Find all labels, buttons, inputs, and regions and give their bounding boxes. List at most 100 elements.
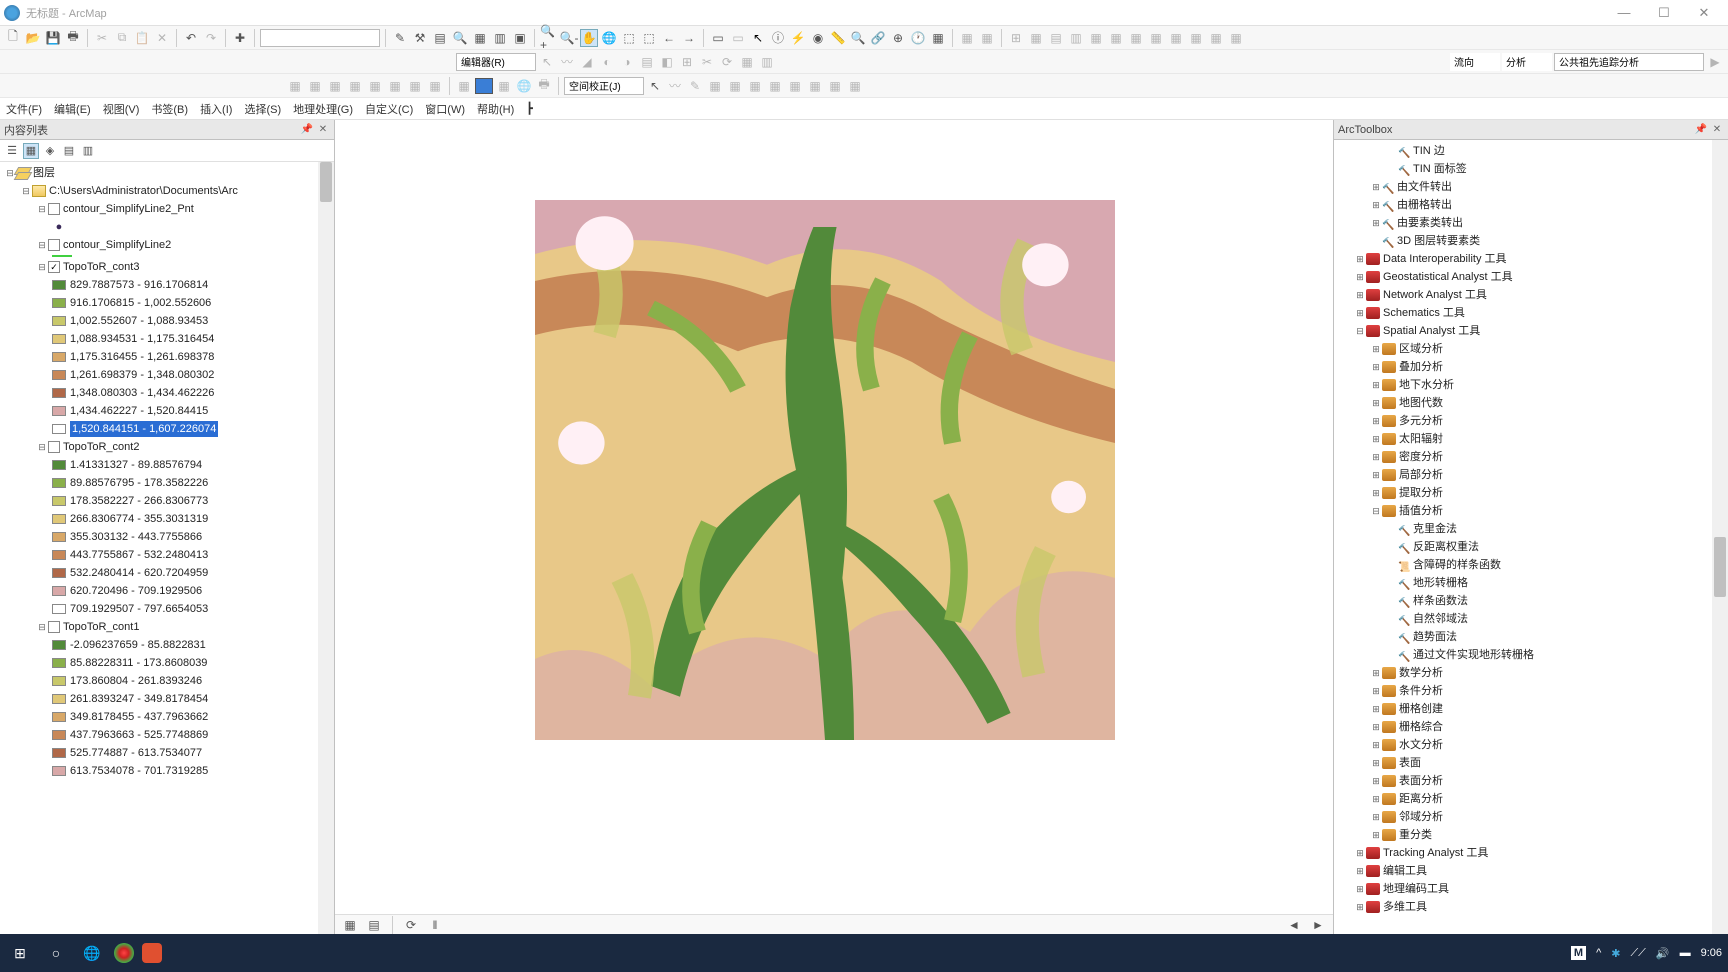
menu-window[interactable]: 窗口(W) — [425, 101, 465, 117]
tool-label[interactable]: TIN 面标签 — [1413, 161, 1467, 177]
toc-options[interactable]: ▥ — [80, 143, 96, 159]
menu-bookmarks[interactable]: 书签(B) — [151, 101, 188, 117]
toc-list-by-selection[interactable]: ▤ — [61, 143, 77, 159]
class-swatch[interactable] — [52, 388, 66, 398]
class-swatch[interactable] — [52, 604, 66, 614]
class-label[interactable]: 443.7755867 - 532.2480413 — [70, 547, 208, 563]
tool-label[interactable]: 由要素类转出 — [1397, 215, 1463, 231]
extra-1[interactable]: ▦ — [958, 29, 976, 47]
tool-label[interactable]: 叠加分析 — [1399, 359, 1443, 375]
save-button[interactable]: 💾 — [44, 29, 62, 47]
gr-3[interactable]: ▦ — [326, 77, 344, 95]
delete-button[interactable]: ✕ — [153, 29, 171, 47]
layout-view-button[interactable]: ▤ — [365, 916, 383, 934]
layout-8[interactable]: ▦ — [1207, 29, 1225, 47]
menu-insert[interactable]: 插入(I) — [200, 101, 232, 117]
fixed-zoom-in-button[interactable]: ⬚ — [620, 29, 638, 47]
class-label[interactable]: 173.860804 - 261.8393246 — [70, 673, 202, 689]
sp-6[interactable]: ▦ — [766, 77, 784, 95]
tool-label[interactable]: 3D 图层转要素类 — [1397, 233, 1480, 249]
snap-button[interactable]: ⊞ — [1007, 29, 1025, 47]
paste-button[interactable]: 📋 — [133, 29, 151, 47]
menu-view[interactable]: 视图(V) — [103, 101, 140, 117]
gr-5[interactable]: ▦ — [366, 77, 384, 95]
identify-button[interactable]: ⓘ — [769, 29, 787, 47]
select-features-button[interactable]: ▭ — [709, 29, 727, 47]
sp-1[interactable]: 〰 — [666, 77, 684, 95]
class-swatch[interactable] — [52, 352, 66, 362]
guid-button[interactable]: ▤ — [1047, 29, 1065, 47]
class-label[interactable]: 1,261.698379 - 1,348.080302 — [70, 367, 214, 383]
sp-10[interactable]: ▦ — [846, 77, 864, 95]
zoom-in-button[interactable]: 🔍+ — [540, 29, 558, 47]
gr-color[interactable] — [475, 77, 493, 95]
tray-icon-1[interactable]: ✱ — [1611, 947, 1620, 960]
class-swatch[interactable] — [52, 694, 66, 704]
task-app-1[interactable]: 🌐 — [78, 939, 106, 967]
class-swatch[interactable] — [52, 766, 66, 776]
find-button[interactable]: 🔍 — [849, 29, 867, 47]
tool-label[interactable]: 克里金法 — [1413, 521, 1457, 537]
tool-label[interactable]: 数学分析 — [1399, 665, 1443, 681]
minimize-button[interactable]: — — [1604, 5, 1644, 21]
edit-3[interactable]: ◐ — [598, 53, 616, 71]
tool-label[interactable]: 样条函数法 — [1413, 593, 1468, 609]
layer-checkbox[interactable] — [48, 621, 60, 633]
close-button[interactable]: ✕ — [1684, 5, 1724, 21]
model-button[interactable]: ▥ — [491, 29, 509, 47]
layer-checkbox[interactable] — [48, 239, 60, 251]
toolbox-button[interactable]: ⚒ — [411, 29, 429, 47]
sp-4[interactable]: ▦ — [726, 77, 744, 95]
class-swatch[interactable] — [52, 334, 66, 344]
class-label[interactable]: 349.8178455 - 437.7963662 — [70, 709, 208, 725]
class-swatch[interactable] — [52, 586, 66, 596]
grid-button[interactable]: ▦ — [1027, 29, 1045, 47]
hyperlink-button[interactable]: ⚡ — [789, 29, 807, 47]
class-label[interactable]: 89.88576795 - 178.3582226 — [70, 475, 208, 491]
class-swatch[interactable] — [52, 280, 66, 290]
layout-5[interactable]: ▦ — [1147, 29, 1165, 47]
search-button[interactable]: 🔍 — [451, 29, 469, 47]
tool-label[interactable]: 反距离权重法 — [1413, 539, 1479, 555]
layer-name[interactable]: TopoToR_cont2 — [63, 439, 139, 455]
pause-button[interactable]: ‖ — [426, 916, 444, 934]
select-element-button[interactable]: ↖ — [749, 29, 767, 47]
analysis-dropdown[interactable]: 分析 — [1502, 53, 1552, 71]
class-label[interactable]: 916.1706815 - 1,002.552606 — [70, 295, 211, 311]
tool-label[interactable]: 距离分析 — [1399, 791, 1443, 807]
menu-geoprocessing[interactable]: 地理处理(G) — [293, 101, 353, 117]
layer-name[interactable]: TopoToR_cont1 — [63, 619, 139, 635]
toc-tree[interactable]: ⊟图层⊟C:\Users\Administrator\Documents\Arc… — [0, 162, 334, 934]
toc-list-by-source[interactable]: ▦ — [23, 143, 39, 159]
extra-2[interactable]: ▦ — [978, 29, 996, 47]
tool-label[interactable]: 地形转栅格 — [1413, 575, 1468, 591]
edit-9[interactable]: ⟳ — [718, 53, 736, 71]
tool-label[interactable]: 提取分析 — [1399, 485, 1443, 501]
undo-button[interactable]: ↶ — [182, 29, 200, 47]
edit-2[interactable]: ◢ — [578, 53, 596, 71]
html-popup-button[interactable]: ◉ — [809, 29, 827, 47]
class-swatch[interactable] — [52, 676, 66, 686]
class-label[interactable]: 1,434.462227 - 1,520.84415 — [70, 403, 208, 419]
class-label[interactable]: 532.2480414 - 620.7204959 — [70, 565, 208, 581]
layer-checkbox[interactable] — [48, 441, 60, 453]
open-button[interactable]: 📂 — [24, 29, 42, 47]
class-swatch[interactable] — [52, 640, 66, 650]
find-route-button[interactable]: 🔗 — [869, 29, 887, 47]
class-label[interactable]: 613.7534078 - 701.7319285 — [70, 763, 208, 779]
sp-9[interactable]: ▦ — [826, 77, 844, 95]
print-button[interactable]: 🖶 — [64, 29, 82, 47]
menu-select[interactable]: 选择(S) — [244, 101, 281, 117]
tool-label[interactable]: 地理编码工具 — [1383, 881, 1449, 897]
layout-2[interactable]: ▦ — [1087, 29, 1105, 47]
tray-input-icon[interactable]: M — [1571, 946, 1586, 960]
tool-label[interactable]: 编辑工具 — [1383, 863, 1427, 879]
edit-1[interactable]: 〰 — [558, 53, 576, 71]
layout-4[interactable]: ▦ — [1127, 29, 1145, 47]
tool-label[interactable]: Data Interoperability 工具 — [1383, 251, 1507, 267]
tool-label[interactable]: 含障碍的样条函数 — [1413, 557, 1501, 573]
gr-12[interactable]: 🖶 — [535, 77, 553, 95]
time-slider-button[interactable]: 🕐 — [909, 29, 927, 47]
class-swatch[interactable] — [52, 550, 66, 560]
refresh-button[interactable]: ⟳ — [402, 916, 420, 934]
